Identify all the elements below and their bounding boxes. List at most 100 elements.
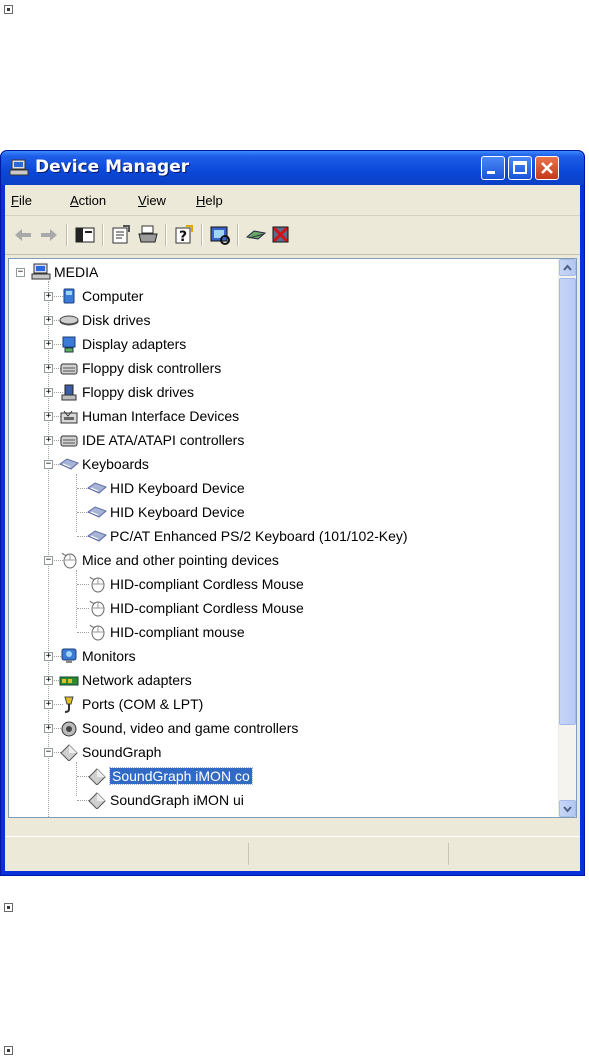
menu-view[interactable]: View	[138, 193, 166, 208]
collapse-toggle[interactable]: −	[16, 268, 25, 277]
network-adapter-icon	[59, 676, 79, 686]
tree-node-label: Floppy disk drives	[82, 384, 195, 400]
vertical-scrollbar[interactable]	[558, 259, 576, 817]
disk-drive-icon	[59, 315, 79, 326]
expand-toggle[interactable]: +	[44, 316, 53, 325]
tree-leaf-device[interactable]: SoundGraph iMON co	[9, 765, 558, 787]
tree-node-soundgraph[interactable]: − SoundGraph	[9, 741, 558, 763]
close-button[interactable]	[535, 156, 559, 180]
properties-icon[interactable]	[109, 224, 133, 246]
print-icon[interactable]	[136, 224, 160, 246]
tree-node-floppy-disk-drives[interactable]: + Floppy disk drives	[9, 381, 558, 403]
tree-node-monitors[interactable]: + Monitors	[9, 645, 558, 667]
tree-node-network-adapters[interactable]: + Network adapters	[9, 669, 558, 691]
uninstall-icon[interactable]	[269, 224, 293, 246]
device-icon	[88, 768, 106, 785]
tree-node-label: Network adapters	[82, 672, 192, 688]
expand-toggle[interactable]: +	[44, 292, 53, 301]
mouse-icon	[89, 600, 105, 617]
tree-node-label: Mice and other pointing devices	[82, 552, 279, 568]
expand-toggle[interactable]: +	[44, 652, 53, 661]
tree-node-root[interactable]: − MEDIA	[9, 261, 558, 283]
minimize-button[interactable]	[481, 156, 505, 180]
expand-toggle[interactable]: +	[44, 436, 53, 445]
tree-root-label: MEDIA	[54, 264, 99, 280]
keyboard-icon	[87, 530, 107, 542]
tree-leaf-device[interactable]: HID Keyboard Device	[9, 477, 558, 499]
tree-node-ide-ata-atapi-controllers[interactable]: + IDE ATA/ATAPI controllers	[9, 429, 558, 451]
scroll-up-button[interactable]	[559, 259, 576, 276]
collapse-toggle[interactable]: −	[44, 460, 53, 469]
keyboard-icon	[87, 482, 107, 494]
forward-icon[interactable]	[37, 224, 61, 246]
collapse-toggle[interactable]: −	[44, 556, 53, 565]
expand-toggle[interactable]: +	[44, 364, 53, 373]
computer-icon	[31, 263, 51, 280]
soundgraph-icon	[60, 744, 78, 761]
device-label: HID-compliant Cordless Mouse	[110, 600, 304, 616]
close-icon	[541, 162, 553, 174]
device-label: HID Keyboard Device	[110, 480, 245, 496]
expand-toggle[interactable]: +	[44, 388, 53, 397]
tree-node-display-adapters[interactable]: + Display adapters	[9, 333, 558, 355]
menu-action[interactable]: Action	[70, 193, 106, 208]
chevron-down-icon	[563, 806, 572, 813]
device-label: HID-compliant Cordless Mouse	[110, 576, 304, 592]
tree-node-sound-video-and-game-controllers[interactable]: + Sound, video and game controllers	[9, 717, 558, 739]
window-title: Device Manager	[35, 157, 190, 177]
menu-file[interactable]: File	[11, 193, 32, 208]
menu-help-label: elp	[205, 193, 223, 208]
collapse-toggle[interactable]: −	[44, 748, 53, 757]
status-panel	[448, 843, 579, 865]
device-label: PC/AT Enhanced PS/2 Keyboard (101/102-Ke…	[110, 528, 408, 544]
hid-icon	[60, 410, 78, 424]
tree-node-computer[interactable]: + Computer	[9, 285, 558, 307]
tree-leaf-device[interactable]: HID-compliant mouse	[9, 621, 558, 643]
tree-node-label: Computer	[82, 288, 144, 304]
device-manager-icon	[9, 159, 29, 176]
mouse-icon	[89, 624, 105, 641]
tree-node-keyboards[interactable]: − Keyboards	[9, 453, 558, 475]
status-bar	[5, 836, 580, 871]
monitor-icon	[61, 648, 77, 663]
minimize-icon	[487, 171, 495, 174]
status-panel	[248, 843, 449, 865]
update-driver-icon[interactable]	[244, 224, 268, 246]
menu-view-label: iew	[146, 193, 166, 208]
menu-help-mnemonic: H	[196, 193, 206, 208]
controller-icon	[60, 435, 78, 447]
tree-node-label: IDE ATA/ATAPI controllers	[82, 432, 245, 448]
tree-leaf-device[interactable]: PC/AT Enhanced PS/2 Keyboard (101/102-Ke…	[9, 525, 558, 547]
list-bullet	[4, 903, 13, 912]
expand-toggle[interactable]: +	[44, 700, 53, 709]
scan-hardware-icon[interactable]	[208, 224, 232, 246]
keyboard-icon	[87, 506, 107, 518]
scroll-down-button[interactable]	[559, 800, 576, 817]
maximize-button[interactable]	[508, 156, 532, 180]
device-tree[interactable]: − MEDIA + Computer + Disk drives + Display ad…	[8, 258, 577, 818]
scroll-thumb[interactable]	[559, 278, 576, 725]
menu-action-label: ction	[78, 193, 107, 208]
tree-node-label: Keyboards	[82, 456, 149, 472]
back-icon[interactable]	[11, 224, 35, 246]
tree-leaf-device[interactable]: HID Keyboard Device	[9, 501, 558, 523]
expand-toggle[interactable]: +	[44, 412, 53, 421]
tree-node-mice-and-other-pointing-devices[interactable]: − Mice and other pointing devices	[9, 549, 558, 571]
help-icon[interactable]: ?	[172, 224, 196, 246]
chevron-up-icon	[563, 264, 572, 271]
expand-toggle[interactable]: +	[44, 724, 53, 733]
tree-node-disk-drives[interactable]: + Disk drives	[9, 309, 558, 331]
expand-toggle[interactable]: +	[44, 340, 53, 349]
title-bar[interactable]: Device Manager	[1, 151, 584, 185]
tree-node-ports-com-lpt[interactable]: + Ports (COM & LPT)	[9, 693, 558, 715]
tree-leaf-device[interactable]: HID-compliant Cordless Mouse	[9, 597, 558, 619]
menu-help[interactable]: Help	[196, 193, 223, 208]
floppy-drive-icon	[61, 384, 77, 401]
show-hide-console-tree-icon[interactable]	[73, 224, 97, 246]
menu-action-mnemonic: A	[70, 193, 79, 208]
tree-leaf-device[interactable]: SoundGraph iMON ui	[9, 789, 558, 811]
tree-node-human-interface-devices[interactable]: + Human Interface Devices	[9, 405, 558, 427]
tree-node-floppy-disk-controllers[interactable]: + Floppy disk controllers	[9, 357, 558, 379]
expand-toggle[interactable]: +	[44, 676, 53, 685]
tree-leaf-device[interactable]: HID-compliant Cordless Mouse	[9, 573, 558, 595]
